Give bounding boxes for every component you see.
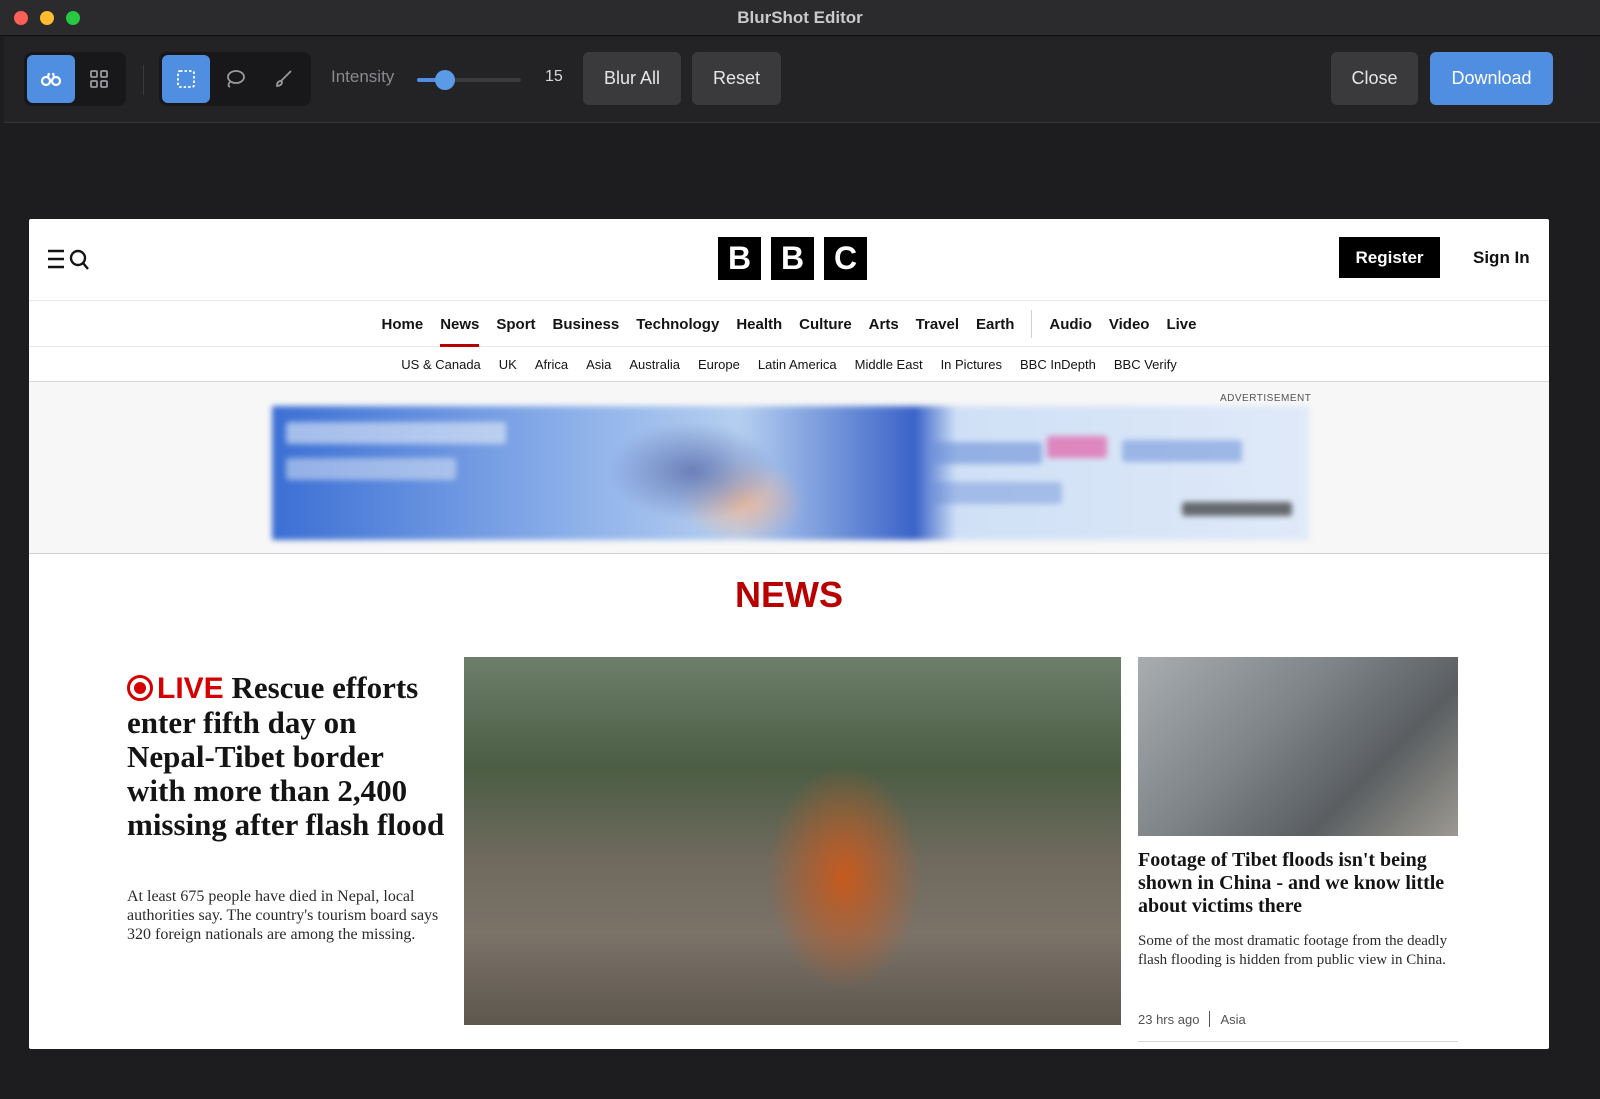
subnav-item-uk[interactable]: UK xyxy=(499,357,517,372)
sign-in-link[interactable]: Sign In xyxy=(1473,248,1530,268)
brush-icon xyxy=(276,70,292,87)
title-bar: BlurShot Editor xyxy=(0,0,1600,36)
subnav-item-middle-east[interactable]: Middle East xyxy=(855,357,923,372)
intensity-label: Intensity xyxy=(331,67,395,86)
nav-item-home[interactable]: Home xyxy=(382,302,424,347)
intensity-slider-handle[interactable] xyxy=(435,70,455,90)
intensity-slider-track[interactable] xyxy=(417,78,521,82)
lead-headline-link[interactable]: LIVE Rescue efforts enter fifth day on N… xyxy=(127,671,447,842)
live-indicator-icon xyxy=(127,675,153,701)
blurred-text-block xyxy=(286,422,506,444)
flood-footage-photo[interactable] xyxy=(1138,657,1458,836)
reset-button[interactable]: Reset xyxy=(692,52,781,105)
subnav-item-europe[interactable]: Europe xyxy=(698,357,740,372)
nav-item-sport[interactable]: Sport xyxy=(496,302,535,347)
subnav-item-africa[interactable]: Africa xyxy=(535,357,568,372)
timestamp: 23 hrs ago xyxy=(1138,1011,1200,1027)
pixelate-mode-button[interactable] xyxy=(75,55,123,103)
subnav-item-in-pictures[interactable]: In Pictures xyxy=(941,357,1002,372)
logo-letter: B xyxy=(718,237,761,280)
side-meta: 23 hrs ago Asia xyxy=(1138,1011,1246,1027)
subnav-item-bbc-verify[interactable]: BBC Verify xyxy=(1114,357,1177,372)
blur-mode-button[interactable] xyxy=(27,55,75,103)
nav-item-culture[interactable]: Culture xyxy=(799,302,852,347)
mode-tool-group xyxy=(24,52,126,106)
side-headline[interactable]: Footage of Tibet floods isn't being show… xyxy=(1138,849,1458,918)
screenshot-canvas[interactable]: B B C Register Sign In Home News Sport Busi… xyxy=(29,219,1549,1049)
nav-item-arts[interactable]: Arts xyxy=(869,302,899,347)
meta-divider xyxy=(1209,1011,1211,1027)
lasso-icon xyxy=(227,70,245,88)
logo-letter: B xyxy=(771,237,814,280)
binoculars-icon xyxy=(40,72,62,87)
nav-item-health[interactable]: Health xyxy=(736,302,782,347)
subnav-item-latin-america[interactable]: Latin America xyxy=(758,357,837,372)
subnav-item-bbc-indepth[interactable]: BBC InDepth xyxy=(1020,357,1096,372)
rescue-worker-photo[interactable] xyxy=(464,657,1121,1025)
rectangle-select-icon xyxy=(177,70,195,88)
live-label: LIVE xyxy=(157,672,224,705)
logo-letter: C xyxy=(824,237,867,280)
nav-item-technology[interactable]: Technology xyxy=(636,302,719,347)
blurred-text-block xyxy=(1122,440,1242,462)
rectangle-select-button[interactable] xyxy=(162,55,210,103)
editor-toolbar: Intensity 15 Blur All Reset Close Downlo… xyxy=(4,37,1600,123)
blurred-text-block xyxy=(932,442,1042,464)
blurred-text-block xyxy=(932,482,1062,504)
subnav-item-australia[interactable]: Australia xyxy=(629,357,680,372)
region-tag[interactable]: Asia xyxy=(1220,1012,1245,1027)
bbc-logo[interactable]: B B C xyxy=(718,237,867,280)
side-summary: Some of the most dramatic footage from t… xyxy=(1138,933,1448,968)
blurred-text-block xyxy=(1047,436,1107,458)
intensity-value: 15 xyxy=(545,68,563,85)
lead-summary: At least 675 people have died in Nepal, … xyxy=(127,888,439,943)
close-button[interactable]: Close xyxy=(1331,52,1418,105)
blur-all-button[interactable]: Blur All xyxy=(583,52,681,105)
nav-item-news[interactable]: News xyxy=(440,302,480,347)
subnav-item-us-canada[interactable]: US & Canada xyxy=(401,357,481,372)
download-button[interactable]: Download xyxy=(1430,52,1553,105)
advertisement-area: ADVERTISEMENT xyxy=(29,382,1549,554)
nav-divider xyxy=(1031,310,1033,338)
subnav-item-asia[interactable]: Asia xyxy=(586,357,611,372)
menu-search-icon[interactable] xyxy=(47,246,91,272)
window-title: BlurShot Editor xyxy=(737,8,863,27)
nav-item-business[interactable]: Business xyxy=(553,302,620,347)
main-nav: Home News Sport Business Technology Health Cul… xyxy=(29,302,1549,347)
story-divider xyxy=(1138,1041,1458,1042)
selection-tool-group xyxy=(159,52,311,106)
grid-icon xyxy=(90,70,108,88)
blurred-ad-banner[interactable] xyxy=(272,406,1309,540)
blurred-text-block xyxy=(286,458,456,480)
sub-nav: US & Canada UK Africa Asia Australia Europe La… xyxy=(29,348,1549,382)
nav-item-travel[interactable]: Travel xyxy=(916,302,959,347)
nav-item-earth[interactable]: Earth xyxy=(976,302,1014,347)
advertisement-label: ADVERTISEMENT xyxy=(1220,393,1312,404)
lasso-select-button[interactable] xyxy=(211,55,259,103)
toolbar-separator xyxy=(143,65,144,95)
nav-item-audio[interactable]: Audio xyxy=(1049,302,1092,347)
nav-item-video[interactable]: Video xyxy=(1109,302,1150,347)
section-title: NEWS xyxy=(735,574,843,615)
nav-item-live[interactable]: Live xyxy=(1166,302,1196,347)
site-header: B B C Register Sign In xyxy=(29,219,1549,301)
brush-tool-button[interactable] xyxy=(260,55,308,103)
blurred-text-block xyxy=(1182,502,1292,516)
register-button[interactable]: Register xyxy=(1339,237,1440,278)
